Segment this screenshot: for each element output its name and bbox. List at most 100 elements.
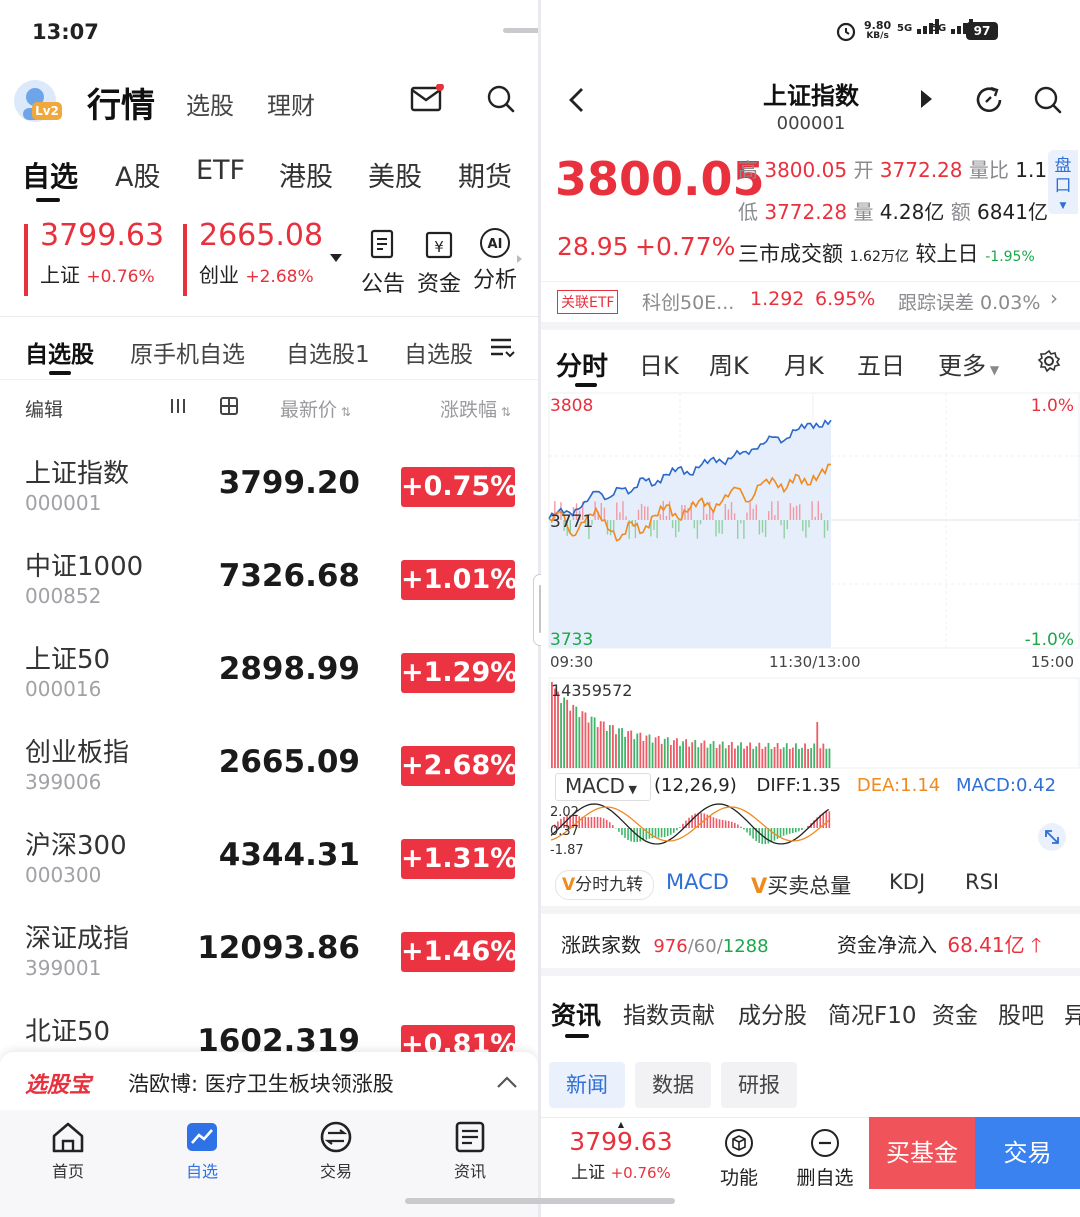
group-tab-3[interactable]: 自选股 <box>404 335 476 369</box>
index-card-sh[interactable]: 3799.63 上证 +0.76% <box>40 218 180 300</box>
chip-research[interactable]: 研报 <box>721 1062 797 1108</box>
etf-tag: 关联ETF <box>557 290 619 314</box>
breadth-up: 976 <box>653 936 688 957</box>
chart-tab-intraday[interactable]: 分时 <box>556 346 608 383</box>
volume-bar <box>615 734 617 768</box>
tab-f10[interactable]: 简况F10 <box>828 996 917 1030</box>
macd-selector[interactable]: MACD ▼ <box>555 773 651 801</box>
tab-us[interactable]: 美股 <box>368 155 422 194</box>
tool-analysis[interactable]: AI 分析 <box>470 228 520 294</box>
macd-bar <box>791 828 794 833</box>
tick-bar <box>802 520 804 532</box>
buy-fund-button[interactable]: 买基金 <box>869 1117 975 1189</box>
search-icon[interactable] <box>1033 85 1063 119</box>
news-banner[interactable]: 选股宝 浩欧博: 医疗卫生板块领涨股 <box>0 1052 538 1110</box>
tab-constituents[interactable]: 成分股 <box>738 996 807 1030</box>
tab-licai[interactable]: 理财 <box>267 86 315 121</box>
settings-gear-icon[interactable] <box>1037 349 1061 377</box>
chip-data[interactable]: 数据 <box>635 1062 711 1108</box>
volume-bar <box>651 742 654 768</box>
expand-icon[interactable] <box>1038 823 1066 851</box>
sort-price[interactable]: 最新价 ⇅ <box>280 395 351 422</box>
nav-news[interactable]: 资讯 <box>430 1120 510 1182</box>
refresh-icon[interactable] <box>973 84 1005 120</box>
v-badge-icon: V <box>751 874 768 898</box>
trade-button[interactable]: 交易 <box>975 1117 1080 1189</box>
volume-bar <box>770 748 773 768</box>
tab-etf[interactable]: ETF <box>196 155 245 186</box>
quote-change-pct: +0.77% <box>635 232 736 261</box>
home-indicator[interactable] <box>405 1198 675 1204</box>
sort-change[interactable]: 涨跌幅 ⇅ <box>440 395 511 422</box>
volume-bar <box>566 699 569 768</box>
table-row[interactable]: 深证成指 399001 12093.86 +1.46% <box>0 908 538 1001</box>
table-row[interactable]: 上证50 000016 2898.99 +1.29% <box>0 629 538 722</box>
indicator-tab-kdj[interactable]: KDJ <box>889 870 925 894</box>
tab-more[interactable]: 异 <box>1064 996 1080 1030</box>
group-tab-2[interactable]: 自选股1 <box>286 335 370 369</box>
chart-tab-more[interactable]: 更多 ▼ <box>938 346 999 381</box>
tab-zixuan[interactable]: 自选 <box>22 155 78 195</box>
indicator-tab-jiuzhuan[interactable]: V分时九转 <box>555 870 655 900</box>
tab-a-share[interactable]: A股 <box>115 155 160 194</box>
tick-bar <box>795 505 798 520</box>
home-icon <box>52 1122 84 1153</box>
list-view-icon[interactable] <box>168 396 188 420</box>
table-row[interactable]: 创业板指 399006 2665.09 +2.68% <box>0 722 538 815</box>
tab-capital[interactable]: 资金 <box>932 996 978 1030</box>
chart-tab-daily[interactable]: 日K <box>639 346 679 381</box>
chart-tab-monthly[interactable]: 月K <box>784 346 824 381</box>
tab-hk[interactable]: 港股 <box>279 155 333 194</box>
tab-news[interactable]: 资讯 <box>551 996 601 1032</box>
chart-tab-5day[interactable]: 五日 <box>857 346 905 381</box>
pankou-button[interactable]: 盘口 ▼ <box>1048 150 1078 214</box>
footer-remove-watchlist[interactable]: 删自选 <box>789 1128 861 1190</box>
chip-news[interactable]: 新闻 <box>549 1062 625 1108</box>
nav-home[interactable]: 首页 <box>28 1120 108 1182</box>
avatar[interactable]: Lv2 <box>14 80 62 122</box>
footer-index[interactable]: ▲ 3799.63 上证 +0.76% <box>541 1120 701 1183</box>
volume-bar <box>557 691 559 768</box>
tab-futures[interactable]: 期货 <box>458 155 512 194</box>
grid-view-icon[interactable] <box>219 396 239 420</box>
volume-bar <box>801 747 803 768</box>
window-handle[interactable] <box>503 28 538 33</box>
menu-icon[interactable] <box>489 336 515 364</box>
breadth-row[interactable]: 涨跌家数 976/60/1288 <box>561 929 769 958</box>
fund-flow-label: 资金净流入 <box>837 933 937 957</box>
tick-bar <box>634 520 637 539</box>
caret-down-icon[interactable] <box>330 254 342 262</box>
tab-xuangu[interactable]: 选股 <box>186 86 234 121</box>
indicator-tab-volume[interactable]: V买卖总量 <box>751 870 851 900</box>
indicator-tab-rsi[interactable]: RSI <box>965 870 999 894</box>
axis-time-start: 09:30 <box>550 653 594 671</box>
page-title: 行情 <box>87 86 155 126</box>
tool-announcement[interactable]: 公告 <box>358 228 408 298</box>
label-open: 开 <box>853 158 874 182</box>
volume-bar <box>709 743 712 768</box>
back-icon[interactable] <box>567 86 585 118</box>
edit-button[interactable]: 编辑 <box>25 395 63 422</box>
nav-watchlist[interactable]: 自选 <box>162 1120 242 1182</box>
table-row[interactable]: 中证1000 000852 7326.68 +1.01% <box>0 536 538 629</box>
chevron-up-icon[interactable] <box>496 1074 518 1093</box>
group-tab-1[interactable]: 原手机自选 <box>130 335 245 369</box>
mail-icon[interactable] <box>410 83 444 118</box>
tab-forum[interactable]: 股吧 <box>998 996 1044 1030</box>
fund-flow[interactable]: 资金净流入 68.41亿 🡑 <box>837 929 1041 965</box>
index-card-cy[interactable]: 2665.08 创业 +2.68% <box>199 218 339 300</box>
tool-label: 分析 <box>472 268 517 293</box>
nav-trade[interactable]: 交易 <box>296 1120 376 1182</box>
etf-row[interactable]: 关联ETF 科创50E... 1.292 6.95% 跟踪误差 0.03% › <box>541 283 1080 321</box>
chart-tab-weekly[interactable]: 周K <box>709 346 749 381</box>
tool-fund[interactable]: ¥ 资金 <box>414 228 464 298</box>
table-row[interactable]: 沪深300 000300 4344.31 +1.31% <box>0 815 538 908</box>
tab-contribution[interactable]: 指数贡献 <box>623 996 715 1030</box>
group-tab-0[interactable]: 自选股 <box>25 335 94 369</box>
footer-function[interactable]: 功能 <box>707 1128 771 1190</box>
next-stock-icon[interactable] <box>921 90 932 108</box>
indicator-tab-macd[interactable]: MACD <box>666 870 729 894</box>
search-icon[interactable] <box>486 84 516 118</box>
section-gap <box>541 906 1080 914</box>
table-row[interactable]: 上证指数 000001 3799.20 +0.75% <box>0 443 538 536</box>
